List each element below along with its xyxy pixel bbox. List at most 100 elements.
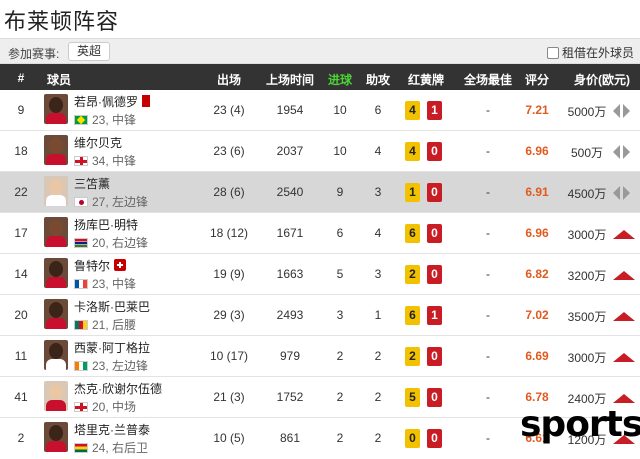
japan-flag-icon [74, 196, 88, 207]
injury-icon [114, 259, 127, 271]
player-name[interactable]: 塔里克·兰普泰 [74, 421, 150, 438]
goals: 2 [336, 390, 344, 404]
avatar [44, 94, 68, 124]
col-value[interactable]: 身价(欧元) [566, 71, 638, 88]
goals: 2 [336, 431, 344, 445]
player-name[interactable]: 杰克·欣谢尔伍德 [74, 380, 162, 397]
red-cards: 0 [427, 347, 442, 366]
yellow-cards: 0 [405, 429, 420, 448]
motm: - [486, 308, 490, 322]
shirt-number: 11 [14, 349, 28, 363]
assists: 3 [374, 185, 382, 199]
col-cards[interactable]: 红黄牌 [402, 71, 450, 88]
yellow-cards: 5 [405, 388, 420, 407]
shirt-number: 14 [14, 267, 28, 281]
shirt-number: 2 [17, 431, 25, 445]
market-value: 3200万 [567, 269, 607, 283]
shirt-number: 18 [14, 144, 28, 158]
col-apps[interactable]: 出场 [210, 71, 248, 88]
table-row[interactable]: 11 西蒙·阿丁格拉 23, 左边锋 10 (17) 979 2 2 2 0 -… [0, 336, 640, 377]
rating: 7.02 [525, 308, 549, 322]
rating: 6.91 [525, 185, 549, 199]
player-meta: 23, 左边锋 [74, 357, 148, 374]
england-flag-icon [74, 401, 88, 412]
col-minutes[interactable]: 上场时间 [260, 71, 320, 88]
loan-players-toggle[interactable]: 租借在外球员 [546, 44, 634, 61]
assists: 6 [374, 103, 382, 117]
yellow-cards: 2 [405, 265, 420, 284]
trend-up-icon [612, 309, 636, 323]
player-name[interactable]: 鲁特尔 [74, 257, 127, 274]
table-row[interactable]: 22 三笘薰 27, 左边锋 28 (6) 2540 9 3 1 0 - 6.9… [0, 172, 640, 213]
minutes: 979 [279, 349, 301, 363]
player-name[interactable]: 卡洛斯·巴莱巴 [74, 298, 150, 315]
market-value: 3500万 [567, 310, 607, 324]
filter-bar: 参加赛事: 英超 租借在外球员 [0, 38, 640, 64]
table-header: # 球员 出场 上场时间 进球 助攻 红黄牌 全场最佳 评分 身价(欧元) [0, 64, 640, 90]
league-filter-tag[interactable]: 英超 [68, 42, 111, 61]
player-name[interactable]: 扬库巴·明特 [74, 216, 138, 233]
yellow-cards: 6 [405, 306, 420, 325]
avatar [44, 258, 68, 288]
player-name[interactable]: 三笘薰 [74, 175, 110, 192]
apps: 10 (5) [213, 431, 245, 445]
player-name[interactable]: 西蒙·阿丁格拉 [74, 339, 150, 356]
player-meta: 27, 左边锋 [74, 193, 148, 210]
player-meta: 24, 右后卫 [74, 439, 148, 456]
col-rating[interactable]: 评分 [522, 71, 552, 88]
market-value: 4500万 [567, 187, 607, 201]
watermark: sports [520, 404, 640, 445]
cameroon-flag-icon [74, 319, 88, 330]
goals: 3 [336, 308, 344, 322]
player-name[interactable]: 若昂·佩德罗 [74, 93, 150, 110]
col-goals[interactable]: 进球 [322, 71, 358, 88]
avatar [44, 299, 68, 329]
ghana-flag-icon [74, 442, 88, 453]
avatar [44, 176, 68, 206]
table-row[interactable]: 20 卡洛斯·巴莱巴 21, 后腰 29 (3) 2493 3 1 6 1 - … [0, 295, 640, 336]
trend-up-icon [612, 227, 636, 241]
yellow-cards: 2 [405, 347, 420, 366]
minutes: 1752 [276, 390, 304, 404]
table-row[interactable]: 18 维尔贝克 34, 中锋 23 (6) 2037 10 4 4 0 - 6.… [0, 131, 640, 172]
red-cards: 0 [427, 265, 442, 284]
trend-up-icon [612, 391, 636, 405]
england-flag-icon [74, 155, 88, 166]
player-meta: 21, 后腰 [74, 316, 136, 333]
apps: 10 (17) [209, 349, 249, 363]
avatar [44, 217, 68, 247]
ivory-coast-flag-icon [74, 360, 88, 371]
table-row[interactable]: 14 鲁特尔 23, 中锋 19 (9) 1663 5 3 2 0 - 6.82… [0, 254, 640, 295]
assists: 2 [374, 390, 382, 404]
red-cards: 0 [427, 224, 442, 243]
shirt-number: 17 [14, 226, 28, 240]
france-flag-icon [74, 278, 88, 289]
col-assists[interactable]: 助攻 [360, 71, 396, 88]
col-number[interactable]: # [14, 71, 28, 85]
rating: 6.96 [525, 144, 549, 158]
yellow-cards: 4 [405, 142, 420, 161]
rating: 7.21 [525, 103, 549, 117]
brazil-flag-icon [74, 114, 88, 125]
goals: 6 [336, 226, 344, 240]
apps: 28 (6) [213, 185, 245, 199]
motm: - [486, 431, 490, 445]
player-name[interactable]: 维尔贝克 [74, 134, 122, 151]
table-row[interactable]: 17 扬库巴·明特 20, 右边锋 18 (12) 1671 6 4 6 0 -… [0, 213, 640, 254]
rating: 6.78 [525, 390, 549, 404]
shirt-number: 41 [14, 390, 28, 404]
table-row[interactable]: 9 若昂·佩德罗 23, 中锋 23 (4) 1954 10 6 4 1 - 7… [0, 90, 640, 131]
competition-filter-label: 参加赛事: [8, 47, 60, 61]
goals: 10 [333, 144, 347, 158]
assists: 2 [374, 349, 382, 363]
minutes: 1671 [276, 226, 304, 240]
loan-checkbox[interactable] [546, 46, 559, 59]
goals: 10 [333, 103, 347, 117]
rating: 6.96 [525, 226, 549, 240]
assists: 3 [374, 267, 382, 281]
yellow-cards: 4 [405, 101, 420, 120]
col-motm[interactable]: 全场最佳 [460, 71, 516, 88]
trend-flat-icon [612, 145, 636, 159]
col-player: 球员 [46, 73, 71, 87]
motm: - [486, 267, 490, 281]
